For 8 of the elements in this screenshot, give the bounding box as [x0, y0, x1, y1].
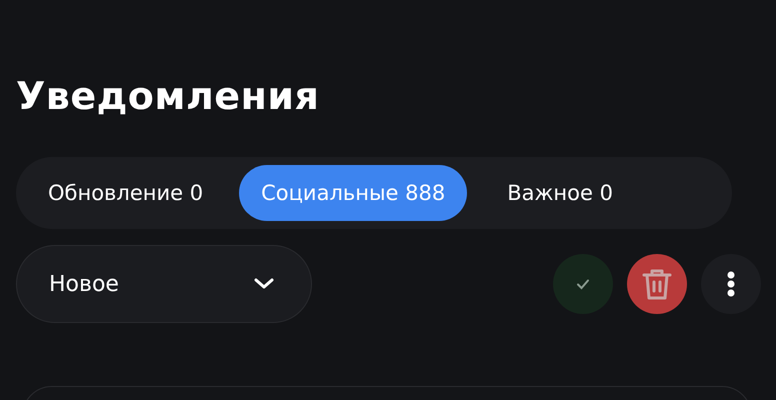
tab[interactable]: Социальные 888	[239, 165, 468, 221]
page-title: Уведомления	[16, 73, 320, 118]
more-vertical-icon	[727, 271, 735, 297]
tab[interactable]: Важное 0	[485, 165, 635, 221]
tab[interactable]: Обновление 0	[24, 165, 226, 221]
trash-icon	[641, 267, 673, 301]
filter-dropdown[interactable]: Новое	[16, 245, 312, 323]
chevron-down-icon	[253, 277, 275, 291]
